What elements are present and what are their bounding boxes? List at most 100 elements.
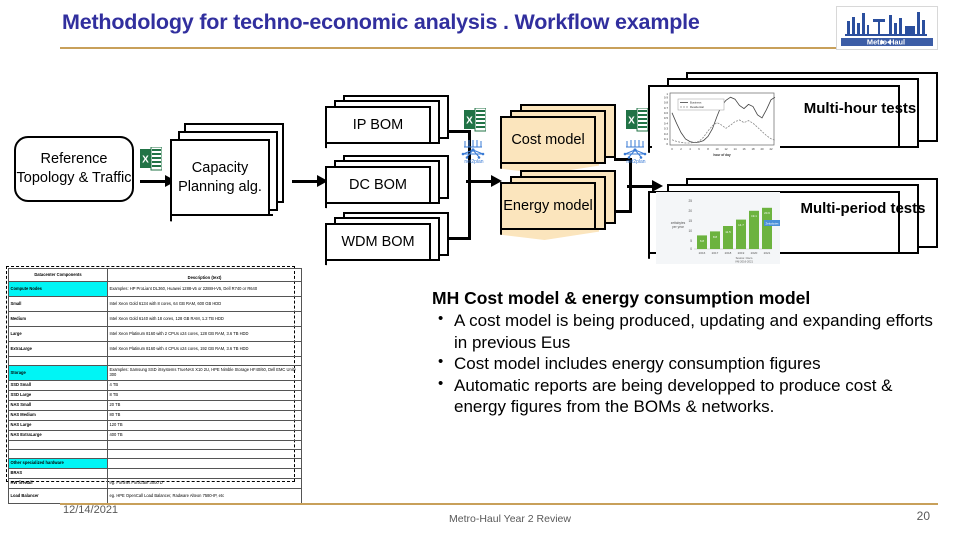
table-row[interactable]: Compute Nodes Examples: HP ProLiant DL36… [8, 281, 302, 297]
capacity-planning-label-box: Capacity Planning alg. [170, 139, 270, 216]
row-name: NAS Large [8, 420, 108, 431]
svg-text:14.7: 14.7 [738, 223, 744, 227]
dc-bom-label-box: DC BOM [325, 166, 431, 204]
multi-hour-tests-text: Multi-hour tests [803, 100, 917, 117]
table-row[interactable]: Storage Examples: Samsung SSD iXsystems … [8, 365, 302, 381]
table-row[interactable]: HW firewall eg. Fortinet FortiGate 3000 … [8, 478, 302, 489]
row-desc: eg. HPE OpenCall Load Balancer, Radware … [107, 488, 302, 504]
body-text-block: MH Cost model & energy consumption model… [432, 288, 944, 418]
row-name: Compute Nodes [8, 281, 108, 297]
table-row[interactable]: SSD Small 4 TB [8, 380, 302, 391]
table-row[interactable]: SSD Large 8 TB [8, 390, 302, 401]
table-row[interactable]: Load Balancer eg. HPE OpenCall Load Bala… [8, 488, 302, 504]
energy-model-stack[interactable]: Energy model [500, 170, 630, 240]
svg-text:net2plan: net2plan [464, 159, 483, 164]
svg-text:2021: 2021 [764, 251, 771, 255]
excel-icon: X [140, 147, 162, 171]
cost-model-label: Cost model [511, 131, 585, 148]
svg-text:15: 15 [688, 219, 692, 223]
row-desc [107, 356, 302, 366]
row-desc: Examples: Samsung SSD iXsystems TrueNAS … [107, 365, 302, 381]
energy-model-label: Energy model [503, 197, 593, 214]
svg-text:X: X [466, 116, 473, 127]
table-row-spacer [8, 356, 302, 366]
slide: Methodology for techno-economic analysis… [0, 0, 960, 540]
svg-text:0.3: 0.3 [664, 127, 669, 131]
dc-bom-stack[interactable]: DC BOM [325, 155, 465, 213]
logo-graphic: Metro Haul [841, 12, 933, 46]
row-desc: Examples: HP ProLiant DL360, Huawei 1288… [107, 281, 302, 297]
line-chart-graphic: 0 0.1 0.2 0.3 0.4 0.5 0.6 0.7 0.8 0.9 1 … [652, 88, 780, 162]
svg-text:20: 20 [760, 147, 764, 151]
multi-hour-chart: 0 0.1 0.2 0.3 0.4 0.5 0.6 0.7 0.8 0.9 1 … [652, 88, 780, 162]
table-header-components: Datacenter Components [8, 268, 108, 282]
row-desc: Intel Xeon Gold 6134 with 8 cores, 64 GB… [107, 296, 302, 312]
svg-text:2019: 2019 [738, 251, 745, 255]
dc-bom-label: DC BOM [349, 176, 407, 193]
table-header-description: Description (text) [107, 268, 302, 282]
row-name: Small [8, 296, 108, 312]
svg-text:2017: 2017 [712, 251, 719, 255]
ip-bom-label: IP BOM [352, 116, 404, 133]
ip-bom-stack[interactable]: IP BOM [325, 95, 465, 153]
cost-model-label-box: Cost model [500, 116, 596, 164]
row-desc: Intel Xeon Gold 6140 with 18 cores, 128 … [107, 311, 302, 327]
row-name: Large [8, 326, 108, 342]
excel-icon: X [464, 108, 486, 132]
table-row[interactable]: Large Intel Xeon Platinum 8160 with 2 CP… [8, 326, 302, 342]
svg-text:X: X [628, 116, 635, 127]
svg-text:6.8: 6.8 [700, 239, 704, 243]
table-row[interactable]: ExtraLarge Intel Xeon Platinum 8160 with… [8, 341, 302, 357]
table-row-spacer [8, 440, 302, 450]
svg-text:0: 0 [690, 247, 692, 251]
svg-text:0.8: 0.8 [664, 101, 669, 105]
body-bullet-list: A cost model is being produced, updating… [432, 309, 944, 418]
row-name: NAS Small [8, 400, 108, 411]
svg-text:0.2: 0.2 [664, 132, 669, 136]
table-row[interactable]: Other specialized hardware [8, 458, 302, 469]
svg-text:0.7: 0.7 [664, 106, 669, 110]
table-row-spacer [8, 449, 302, 459]
row-name: Other specialized hardware [8, 458, 108, 469]
multi-period-tests-label: Multi-period tests [788, 200, 938, 218]
table-row[interactable]: NAS ExtraLarge 400 TB [8, 430, 302, 441]
net2plan-icon: net2plan [461, 140, 485, 164]
row-desc [107, 468, 302, 479]
svg-text:19.1: 19.1 [751, 214, 757, 218]
row-desc: 120 TB [107, 420, 302, 431]
row-name: Storage [8, 365, 108, 381]
bullet-item: Automatic reports are being developped t… [432, 374, 944, 418]
svg-text:X: X [142, 155, 149, 166]
table-body: Datacenter Components Description (text)… [8, 268, 302, 504]
body-heading: MH Cost model & energy consumption model [432, 288, 811, 308]
excel-icon: X [626, 108, 648, 132]
logo-text: Metro Haul [867, 37, 905, 46]
svg-text:0.1: 0.1 [664, 137, 669, 141]
svg-text:0.9: 0.9 [664, 95, 669, 99]
page-title: Methodology for techno-economic analysis… [62, 10, 700, 34]
svg-text:Source: Cisco: Source: Cisco [736, 256, 753, 260]
row-desc [107, 458, 302, 469]
svg-text:hour of day: hour of day [713, 153, 731, 157]
table-row[interactable]: Medium Intel Xeon Gold 6140 with 18 core… [8, 311, 302, 327]
table-row[interactable]: NAS Large 120 TB [8, 420, 302, 431]
svg-text:16: 16 [742, 147, 746, 151]
multi-hour-tests-label: Multi-hour tests [790, 100, 930, 118]
svg-text:12: 12 [724, 147, 728, 151]
svg-text:per year: per year [672, 225, 685, 229]
svg-text:20: 20 [688, 209, 692, 213]
footer-divider [60, 503, 938, 505]
table-row[interactable]: Small Intel Xeon Gold 6134 with 8 cores,… [8, 296, 302, 312]
capacity-planning-stack[interactable]: Capacity Planning alg. [170, 123, 290, 228]
svg-text:8.8: 8.8 [713, 235, 717, 239]
reference-topology-box[interactable]: Reference Topology & Traffic [14, 136, 134, 202]
table-row[interactable]: BRAS [8, 468, 302, 479]
table-row[interactable]: NAS Medium 80 TB [8, 410, 302, 421]
wdm-bom-stack[interactable]: WDM BOM [325, 212, 465, 270]
row-name: SSD Large [8, 390, 108, 401]
datacenter-components-table: Datacenter Components Description (text)… [8, 268, 302, 504]
cost-model-stack[interactable]: Cost model [500, 104, 630, 174]
table-row[interactable]: NAS Small 20 TB [8, 400, 302, 411]
row-name [8, 449, 108, 459]
svg-text:Zettabytes: Zettabytes [765, 221, 779, 225]
